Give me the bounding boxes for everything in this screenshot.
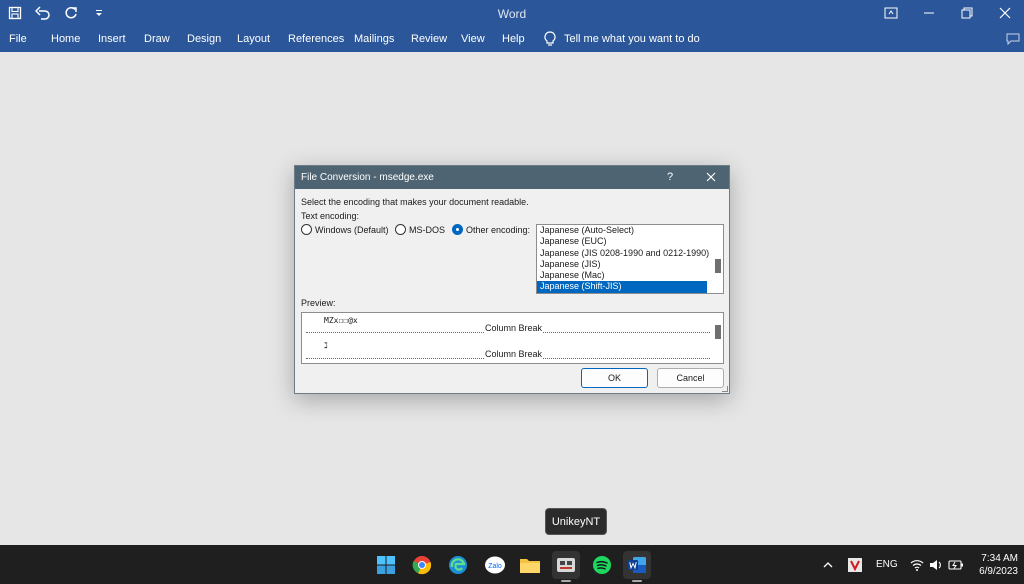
show-hidden-icons-chevron-icon[interactable] xyxy=(822,545,834,584)
unikey-icon[interactable] xyxy=(552,551,580,582)
encoding-option[interactable]: Japanese (JIS 0208-1990 and 0212-1990) xyxy=(537,248,723,259)
tell-me-search[interactable]: Tell me what you want to do xyxy=(544,31,700,47)
encoding-scrollbar-thumb[interactable] xyxy=(715,259,721,273)
radio-other-encoding[interactable]: Other encoding: xyxy=(452,224,530,235)
title-bar: Word xyxy=(0,0,1024,28)
taskbar: Zalo ENG 7:34 AM 6/9/2023 xyxy=(0,545,1024,584)
windows-start-icon[interactable] xyxy=(372,551,400,579)
dialog-close-button[interactable] xyxy=(703,169,719,185)
tab-draw[interactable]: Draw xyxy=(144,33,170,45)
radio-label: Other encoding: xyxy=(466,224,531,235)
lightbulb-icon xyxy=(544,31,556,46)
tab-insert[interactable]: Insert xyxy=(98,33,126,45)
resize-grip[interactable] xyxy=(722,386,728,392)
instruction-text: Select the encoding that makes your docu… xyxy=(301,197,529,207)
close-icon[interactable] xyxy=(986,0,1024,26)
tab-design[interactable]: Design xyxy=(187,33,221,45)
ribbon-tabs: File Home Insert Draw Design Layout Refe… xyxy=(0,28,1024,52)
language-indicator[interactable]: ENG xyxy=(876,545,898,584)
help-button[interactable]: ? xyxy=(667,171,673,183)
radio-indicator xyxy=(395,224,406,235)
column-break: Column Break xyxy=(306,323,710,333)
radio-indicator xyxy=(301,224,312,235)
radio-windows-default[interactable]: Windows (Default) xyxy=(301,224,389,235)
tab-help[interactable]: Help xyxy=(502,33,525,45)
restore-icon[interactable] xyxy=(948,0,986,26)
window-controls xyxy=(872,0,1024,26)
column-break: Column Break xyxy=(306,349,710,359)
clock[interactable]: 7:34 AM 6/9/2023 xyxy=(979,552,1018,578)
running-indicator xyxy=(561,580,571,582)
taskbar-tooltip: UnikeyNT xyxy=(545,508,607,535)
dialog-title-bar: File Conversion - msedge.exe ? xyxy=(295,166,729,189)
clock-date: 6/9/2023 xyxy=(979,566,1018,577)
preview-pane: MZx☐☐@x Column Break ℷ Column Break xyxy=(301,312,724,364)
encoding-option-selected[interactable]: Japanese (Shift-JIS) xyxy=(537,281,707,293)
tab-home[interactable]: Home xyxy=(51,33,80,45)
radio-ms-dos[interactable]: MS-DOS xyxy=(395,224,445,235)
tab-references[interactable]: References xyxy=(288,33,344,45)
clock-time: 7:34 AM xyxy=(981,553,1018,564)
window-title: Word xyxy=(497,7,527,21)
radio-label: MS-DOS xyxy=(409,224,445,235)
column-break-label: Column Break xyxy=(484,349,544,359)
preview-line: ℷ xyxy=(324,341,328,350)
tab-file[interactable]: File xyxy=(9,33,27,45)
preview-line: MZx☐☐@x xyxy=(324,316,358,325)
encoding-option[interactable]: Japanese (JIS) xyxy=(537,259,723,270)
ribbon-display-icon[interactable] xyxy=(872,0,910,26)
running-indicator xyxy=(632,580,642,582)
wifi-icon[interactable] xyxy=(910,545,924,584)
spotify-icon[interactable] xyxy=(588,551,616,579)
radio-indicator xyxy=(452,224,463,235)
edge-icon[interactable] xyxy=(444,551,472,579)
chrome-icon[interactable] xyxy=(408,551,436,579)
encoding-option[interactable]: Japanese (Mac) xyxy=(537,270,723,281)
volume-icon[interactable] xyxy=(929,545,943,584)
battery-icon[interactable] xyxy=(948,545,964,584)
vietnamese-input-icon[interactable] xyxy=(847,545,863,584)
minimize-icon[interactable] xyxy=(910,0,948,26)
close-icon xyxy=(706,172,716,182)
encoding-listbox[interactable]: Japanese (Auto-Select) Japanese (EUC) Ja… xyxy=(536,224,724,294)
text-encoding-label: Text encoding: xyxy=(301,211,360,221)
preview-scrollbar-thumb[interactable] xyxy=(715,325,721,339)
column-break-label: Column Break xyxy=(484,323,544,333)
zalo-label: Zalo xyxy=(488,563,502,570)
preview-label: Preview: xyxy=(301,298,336,308)
tab-layout[interactable]: Layout xyxy=(237,33,270,45)
ok-button[interactable]: OK xyxy=(581,368,648,388)
encoding-option[interactable]: Japanese (EUC) xyxy=(537,236,723,247)
encoding-option[interactable]: Japanese (Auto-Select) xyxy=(537,225,723,236)
tab-mailings[interactable]: Mailings xyxy=(354,33,394,45)
tab-review[interactable]: Review xyxy=(411,33,447,45)
word-icon[interactable] xyxy=(623,551,651,582)
dialog-title: File Conversion - msedge.exe xyxy=(301,172,434,183)
tab-view[interactable]: View xyxy=(461,33,485,45)
file-conversion-dialog: File Conversion - msedge.exe ? Select th… xyxy=(294,165,730,394)
tell-me-label: Tell me what you want to do xyxy=(564,33,700,45)
file-explorer-icon[interactable] xyxy=(516,551,544,579)
comments-icon[interactable] xyxy=(1006,33,1020,48)
cancel-button[interactable]: Cancel xyxy=(657,368,724,388)
radio-label: Windows (Default) xyxy=(315,224,389,235)
zalo-icon[interactable]: Zalo xyxy=(481,551,509,579)
